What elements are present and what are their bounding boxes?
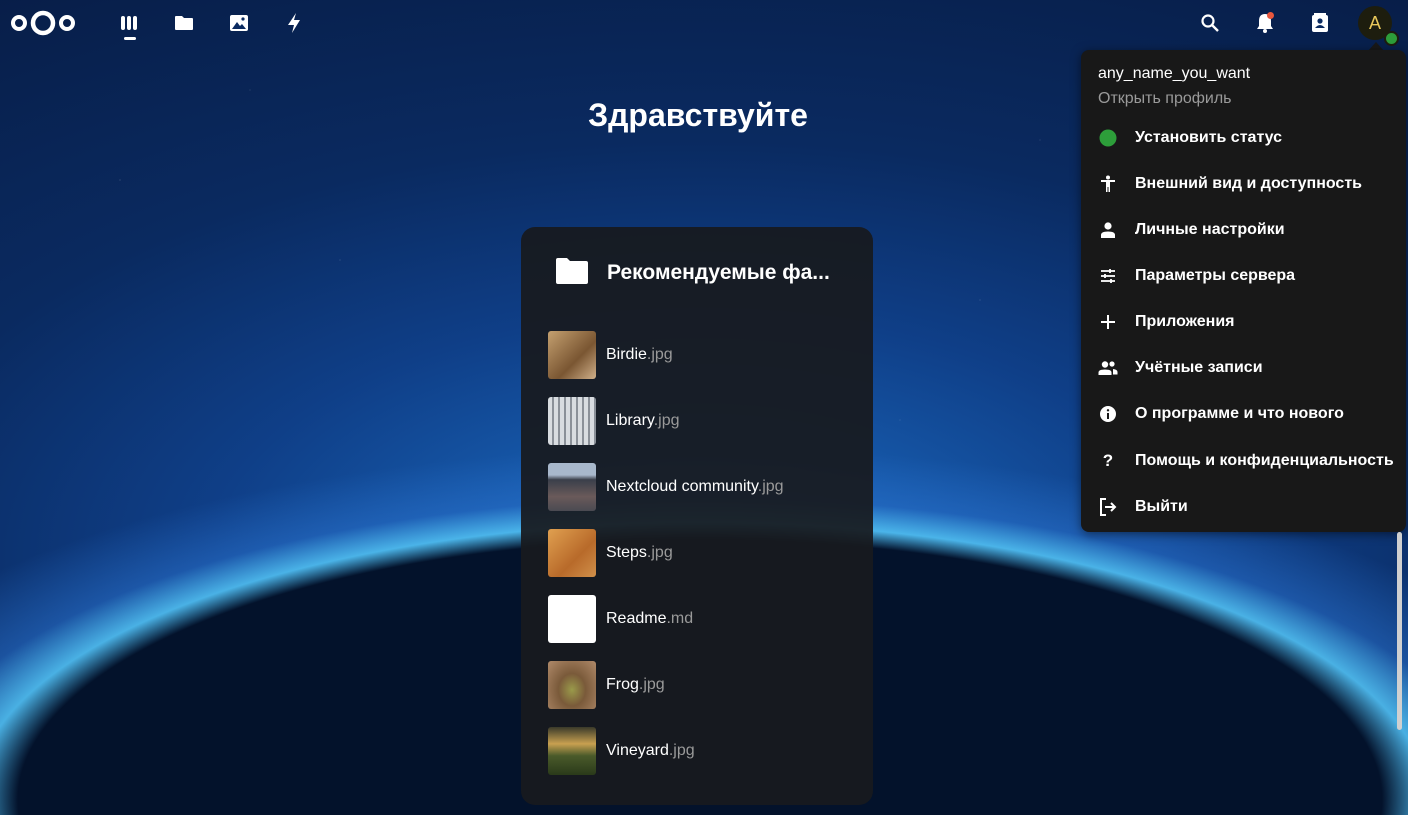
list-item[interactable]: Readme.md: [548, 595, 858, 643]
user-menu: any_name_you_want Открыть профиль Устано…: [1081, 50, 1406, 532]
avatar-letter: A: [1368, 12, 1381, 33]
menu-item-label: Личные настройки: [1135, 221, 1285, 238]
list-item[interactable]: Birdie.jpg: [548, 331, 858, 379]
dashboard-icon[interactable]: [116, 10, 142, 36]
menu-item-logout[interactable]: Выйти: [1081, 487, 1406, 527]
files-icon[interactable]: [171, 10, 197, 36]
file-name: Library.jpg: [606, 412, 680, 429]
menu-item-server-settings[interactable]: Параметры сервера: [1081, 256, 1406, 296]
file-thumbnail: [548, 529, 596, 577]
page-scrollbar[interactable]: [1397, 532, 1402, 730]
file-thumbnail: [548, 595, 596, 643]
info-icon: [1081, 405, 1135, 423]
users-icon: [1081, 360, 1135, 376]
top-bar: A: [0, 0, 1408, 46]
active-app-indicator: [124, 37, 136, 40]
sliders-icon: [1081, 268, 1135, 284]
file-name: Readme.md: [606, 610, 694, 627]
menu-item-personal-settings[interactable]: Личные настройки: [1081, 210, 1406, 250]
list-item[interactable]: Steps.jpg: [548, 529, 858, 577]
list-item[interactable]: Vineyard.jpg: [548, 727, 858, 775]
file-name: Frog.jpg: [606, 676, 665, 693]
notifications-icon[interactable]: [1252, 10, 1278, 36]
menu-item-label: Установить статус: [1135, 129, 1283, 146]
menu-item-label: Учётные записи: [1135, 359, 1263, 376]
notification-badge: [1267, 12, 1274, 19]
contacts-icon[interactable]: [1307, 10, 1333, 36]
person-icon: [1081, 222, 1135, 238]
open-profile-link[interactable]: Открыть профиль: [1098, 90, 1232, 108]
menu-item-about[interactable]: О программе и что нового: [1081, 394, 1406, 434]
menu-item-label: Приложения: [1135, 313, 1235, 330]
menu-item-help[interactable]: ? Помощь и конфиденциальность: [1081, 441, 1406, 481]
plus-icon: [1081, 314, 1135, 330]
menu-username[interactable]: any_name_you_want: [1098, 65, 1250, 83]
menu-item-label: Выйти: [1135, 498, 1188, 515]
file-name: Nextcloud community.jpg: [606, 478, 784, 495]
list-item[interactable]: Library.jpg: [548, 397, 858, 445]
menu-item-appearance[interactable]: Внешний вид и доступность: [1081, 164, 1406, 204]
file-name: Vineyard.jpg: [606, 742, 695, 759]
file-name: Steps.jpg: [606, 544, 673, 561]
menu-item-label: Внешний вид и доступность: [1135, 175, 1362, 192]
online-status-dot: [1384, 31, 1399, 46]
logout-icon: [1081, 498, 1135, 516]
widget-title: Рекомендуемые фа...: [607, 261, 830, 284]
search-icon[interactable]: [1197, 10, 1223, 36]
file-thumbnail: [548, 727, 596, 775]
menu-item-set-status[interactable]: Установить статус: [1081, 118, 1406, 158]
list-item[interactable]: Nextcloud community.jpg: [548, 463, 858, 511]
help-icon: ?: [1102, 451, 1114, 470]
file-name: Birdie.jpg: [606, 346, 673, 363]
activity-icon[interactable]: [281, 10, 307, 36]
file-thumbnail: [548, 397, 596, 445]
menu-item-label: Помощь и конфиденциальность: [1135, 452, 1394, 469]
menu-item-accounts[interactable]: Учётные записи: [1081, 348, 1406, 388]
file-thumbnail: [548, 331, 596, 379]
menu-item-label: О программе и что нового: [1135, 405, 1344, 422]
recommended-files-widget: Рекомендуемые фа... Birdie.jpg Library.j…: [521, 227, 873, 805]
file-thumbnail: [548, 463, 596, 511]
file-thumbnail: [548, 661, 596, 709]
menu-item-apps[interactable]: Приложения: [1081, 302, 1406, 342]
list-item[interactable]: Frog.jpg: [548, 661, 858, 709]
photos-icon[interactable]: [226, 10, 252, 36]
folder-icon: [556, 258, 588, 284]
accessibility-icon: [1081, 175, 1135, 193]
menu-item-label: Параметры сервера: [1135, 267, 1296, 284]
status-dot-icon: [1081, 129, 1135, 147]
nextcloud-logo[interactable]: [8, 8, 78, 38]
